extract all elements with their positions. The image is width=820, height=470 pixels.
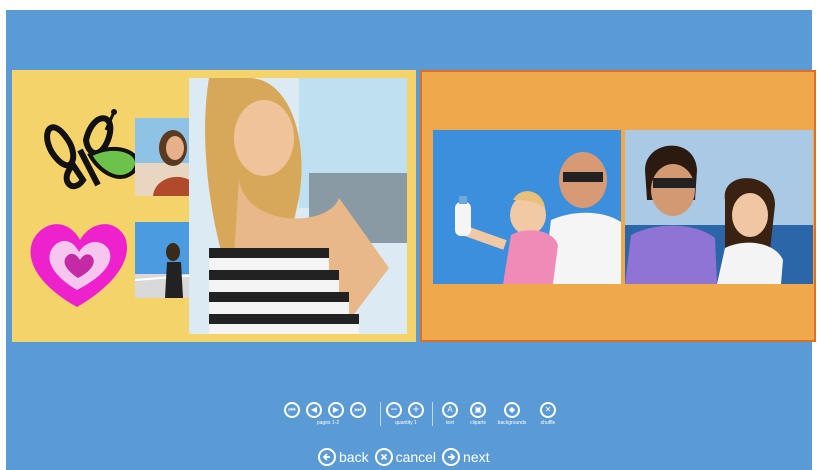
shuffle-icon[interactable]: ✕ (540, 402, 556, 418)
photo-smiling-woman[interactable] (189, 78, 407, 334)
album-page-left[interactable] (12, 70, 416, 342)
plus-icon[interactable]: + (408, 402, 424, 418)
text-icon[interactable]: A (442, 402, 458, 418)
cancel-label: cancel (395, 449, 437, 465)
butterfly-clipart[interactable] (38, 100, 148, 200)
back-label: back (339, 449, 369, 465)
left-frame (0, 0, 6, 470)
toolbar-separator (432, 402, 433, 426)
prev-icon[interactable]: ◀ (306, 402, 322, 418)
cancel-button[interactable]: cancel (374, 448, 437, 466)
close-icon (374, 448, 393, 466)
skip-last-icon[interactable]: ⏭ (350, 402, 366, 418)
toolbar-separator (380, 402, 381, 426)
text-label: text (445, 420, 455, 426)
arrow-right-icon (442, 448, 461, 466)
minus-icon[interactable]: − (386, 402, 402, 418)
next-label: next (463, 449, 490, 465)
pages-group: ⏮ ◀ ▶ ⏭ pages 1-2 (284, 398, 380, 434)
arrow-left-icon (318, 448, 336, 466)
heart-clipart[interactable] (22, 212, 132, 312)
photo-father-and-baby[interactable] (433, 130, 621, 284)
back-button[interactable]: back (318, 448, 369, 466)
next-button[interactable]: next (442, 448, 490, 466)
album-page-right[interactable] (420, 70, 816, 342)
clipart-icon[interactable]: ▣ (470, 402, 486, 418)
backgrounds-label: backgrounds (497, 420, 527, 426)
editor-toolbar: ⏮ ◀ ▶ ⏭ pages 1-2 − + quantity 1 A text … (280, 398, 570, 434)
photo-couple-selfie[interactable] (625, 130, 813, 284)
cliparts-label: cliparts (470, 420, 486, 426)
eraser-icon[interactable]: ◆ (504, 402, 520, 418)
quantity-group: − + quantity 1 (386, 398, 434, 434)
tools-group: A text ▣ cliparts ◆ backgrounds ✕ shuffl… (440, 398, 570, 434)
quantity-label: quantity 1 (395, 420, 417, 426)
shuffle-label: shuffle (540, 420, 556, 426)
pages-label: pages 1-2 (316, 420, 340, 426)
next-icon[interactable]: ▶ (328, 402, 344, 418)
skip-first-icon[interactable]: ⏮ (284, 402, 300, 418)
wizard-navigation: back cancel next (318, 446, 490, 468)
top-frame (0, 0, 820, 10)
